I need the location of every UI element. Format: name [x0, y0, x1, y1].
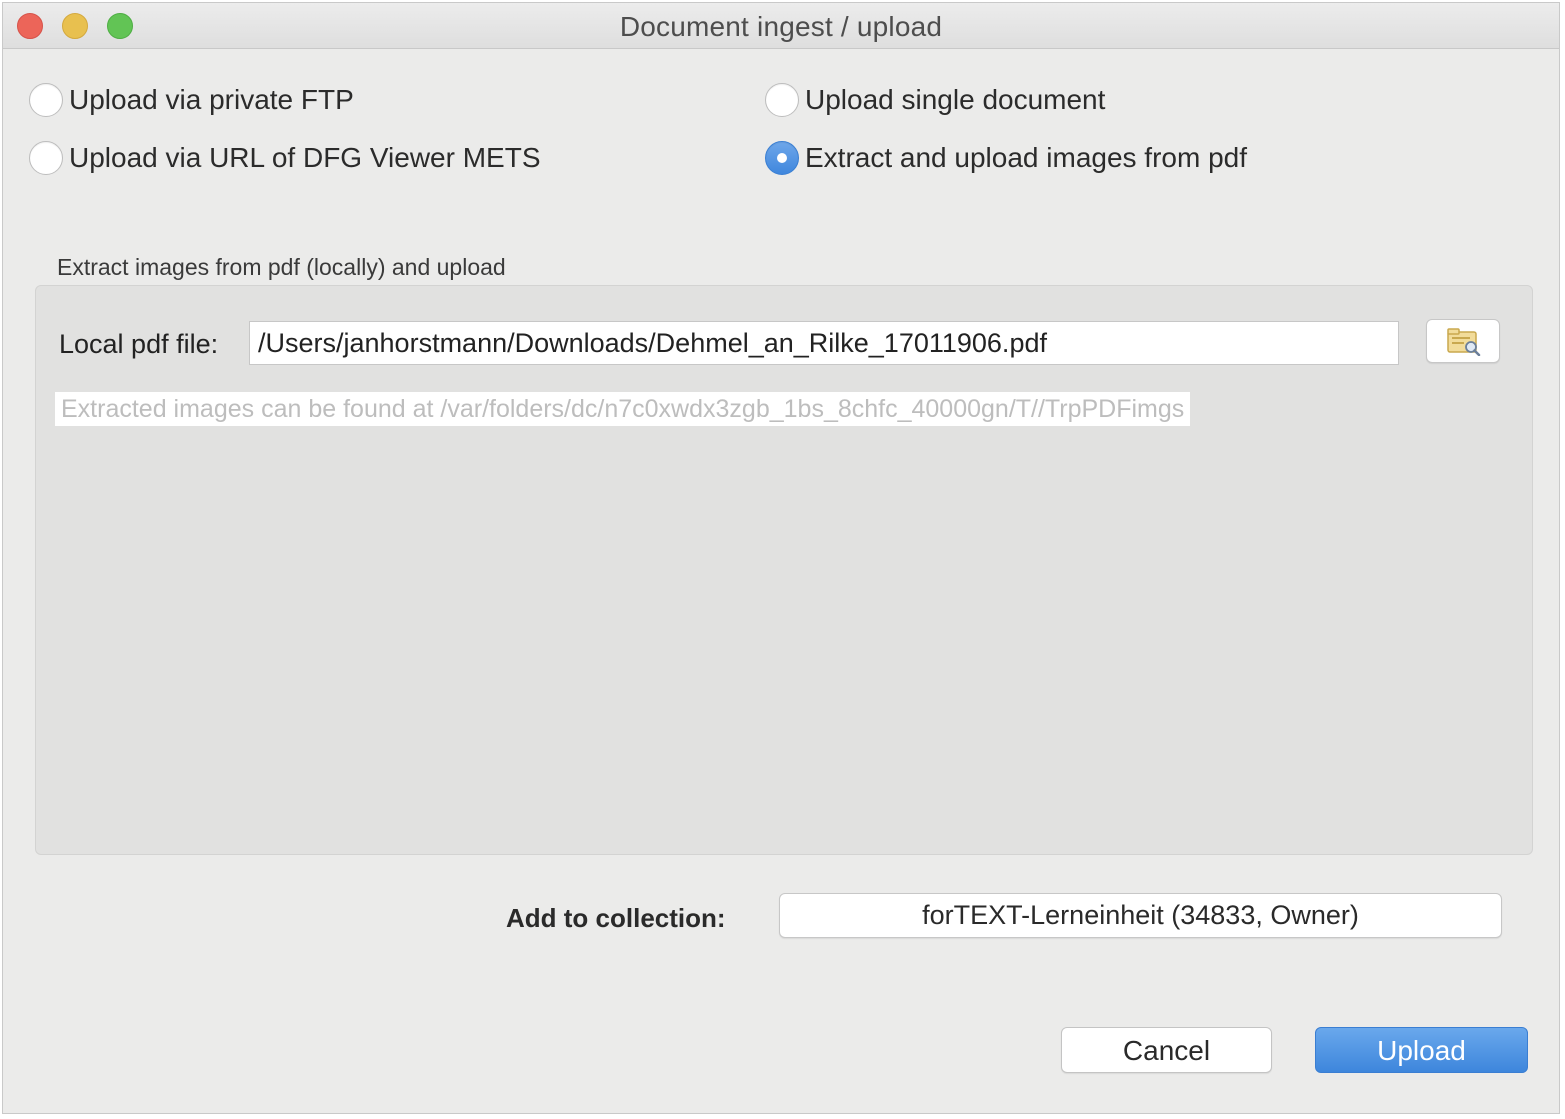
- cancel-button[interactable]: Cancel: [1061, 1027, 1272, 1073]
- collection-select[interactable]: forTEXT-Lerneinheit (34833, Owner): [779, 893, 1502, 938]
- radio-label: Upload via private FTP: [69, 84, 354, 115]
- pdf-extract-group: [35, 285, 1533, 855]
- title-bar: Document ingest / upload: [3, 3, 1559, 49]
- radio-dot-icon: [777, 153, 787, 163]
- radio-label: Upload via URL of DFG Viewer METS: [69, 142, 541, 173]
- radio-button-selected[interactable]: [765, 141, 799, 175]
- radio-upload-private-ftp[interactable]: Upload via private FTP: [29, 83, 354, 117]
- folder-search-icon: [1447, 328, 1481, 356]
- radio-button[interactable]: [29, 83, 63, 117]
- radio-upload-single-document[interactable]: Upload single document: [765, 83, 1105, 117]
- local-pdf-file-label: Local pdf file:: [59, 329, 219, 359]
- local-pdf-file-input[interactable]: [249, 321, 1399, 365]
- browse-file-button[interactable]: [1426, 319, 1500, 363]
- group-title: Extract images from pdf (locally) and up…: [57, 254, 506, 280]
- extracted-images-info: Extracted images can be found at /var/fo…: [55, 392, 1191, 426]
- add-to-collection-label: Add to collection:: [506, 903, 726, 933]
- radio-button[interactable]: [29, 141, 63, 175]
- radio-button[interactable]: [765, 83, 799, 117]
- dialog-window: Document ingest / upload Upload via priv…: [2, 2, 1560, 1114]
- window-title: Document ingest / upload: [619, 11, 943, 42]
- radio-extract-images-from-pdf[interactable]: Extract and upload images from pdf: [765, 141, 1247, 175]
- upload-button[interactable]: Upload: [1315, 1027, 1528, 1073]
- radio-label: Extract and upload images from pdf: [805, 142, 1248, 173]
- radio-upload-dfg-viewer-mets[interactable]: Upload via URL of DFG Viewer METS: [29, 141, 541, 175]
- radio-label: Upload single document: [805, 84, 1106, 115]
